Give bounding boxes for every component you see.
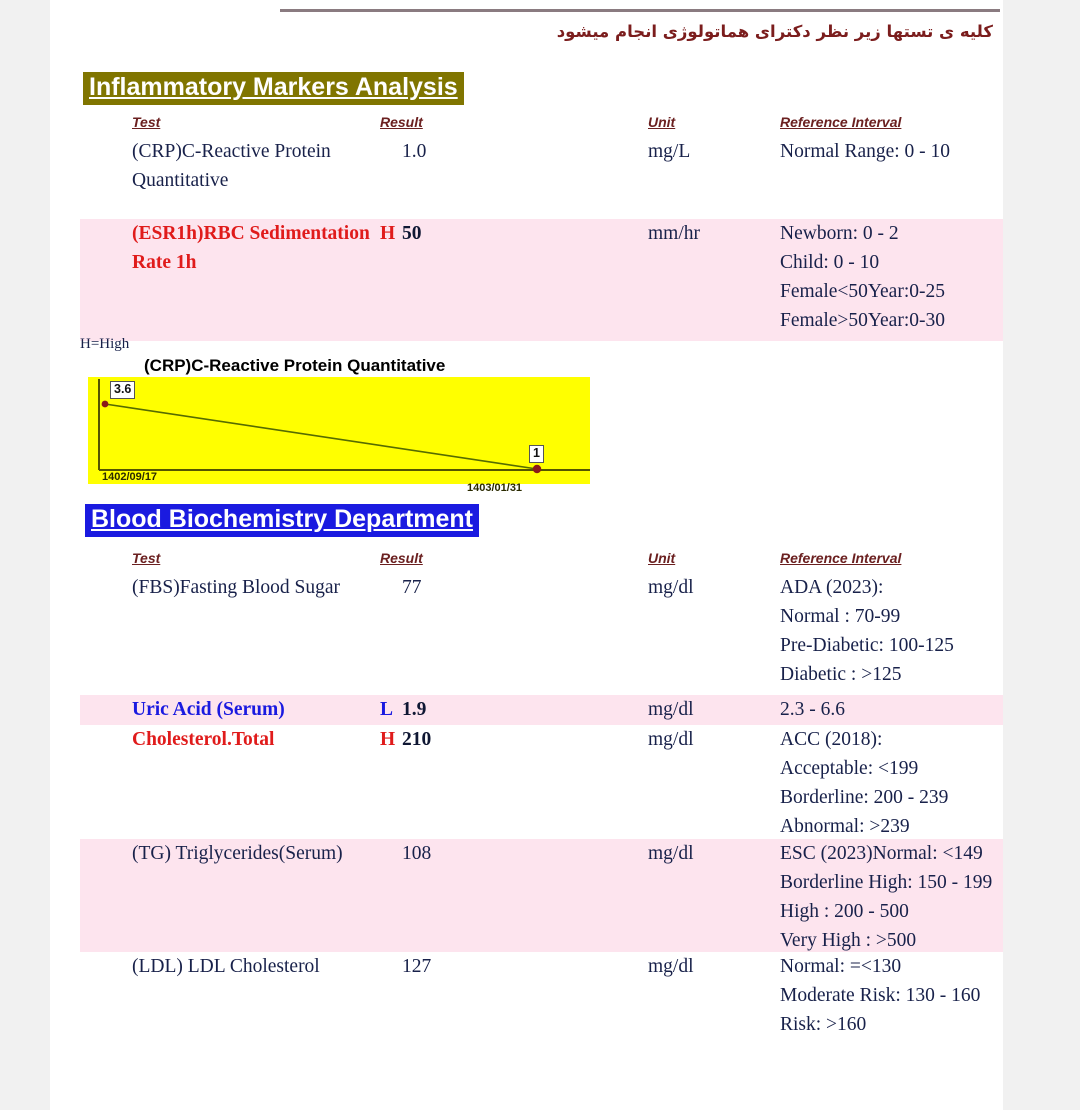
- reference-line: Female<50Year:0-25: [780, 281, 945, 302]
- row-reference: ADA (2023): Normal : 70-99 Pre-Diabetic:…: [780, 573, 1015, 689]
- reference-line: ADA (2023):: [780, 577, 884, 598]
- row-test-name: Cholesterol.Total: [132, 729, 275, 750]
- report-page: کلیه ی تستها زیر نظر دکترای هماتولوژی ان…: [50, 0, 1003, 1110]
- row-test-name: (CRP)C-Reactive Protein Quantitative: [132, 141, 331, 191]
- chart-point-label: 1: [529, 445, 544, 463]
- table-row: (CRP)C-Reactive Protein Quantitative 1.0…: [80, 137, 1003, 219]
- table-row: Uric Acid (Serum) L 1.9 mg/dl 2.3 - 6.6: [80, 695, 1003, 725]
- header-divider: [280, 9, 1000, 12]
- crp-trend-chart: (CRP)C-Reactive Protein Quantitative 3.6…: [88, 356, 590, 494]
- row-result-value: 127: [402, 956, 432, 977]
- reference-line: Female>50Year:0-30: [780, 310, 945, 331]
- column-header-unit: Unit: [648, 550, 676, 566]
- reference-line: Pre-Diabetic: 100-125: [780, 635, 954, 656]
- row-unit: mm/hr: [648, 223, 700, 244]
- reference-line: Diabetic : >125: [780, 664, 902, 685]
- chart-point-label: 3.6: [110, 381, 136, 399]
- row-test-name: (LDL) LDL Cholesterol: [132, 956, 320, 977]
- reference-line: Very High : >500: [780, 930, 917, 951]
- column-header-test: Test: [132, 550, 161, 566]
- row-result-value: 1.0: [402, 141, 427, 162]
- row-result-value: 108: [402, 843, 432, 864]
- reference-line: ESC (2023)Normal: <149: [780, 843, 983, 864]
- row-flag: H: [380, 223, 396, 244]
- table-row: (ESR1h)RBC Sedimentation Rate 1h H 50 mm/…: [80, 219, 1003, 341]
- reference-line: Borderline: 200 - 239: [780, 787, 949, 808]
- row-result-value: 50: [402, 223, 422, 244]
- row-unit: mg/L: [648, 141, 691, 162]
- results-table-inflammatory: Test Result Unit Reference Interval (CRP…: [80, 112, 1003, 341]
- column-header-unit: Unit: [648, 114, 676, 130]
- persian-header-note: کلیه ی تستها زیر نظر دکترای هماتولوژی ان…: [556, 22, 993, 41]
- row-result: 127: [380, 952, 610, 981]
- row-test-name: (TG) Triglycerides(Serum): [132, 843, 343, 864]
- row-reference: 2.3 - 6.6: [780, 695, 1015, 724]
- column-header-reference: Reference Interval: [780, 550, 902, 566]
- row-unit: mg/dl: [648, 729, 694, 750]
- results-table-biochemistry: Test Result Unit Reference Interval (FBS…: [80, 548, 1003, 1048]
- row-test-name: (ESR1h)RBC Sedimentation Rate 1h: [132, 223, 370, 273]
- row-result: 1.0: [380, 137, 610, 166]
- reference-line: Moderate Risk: 130 - 160: [780, 985, 981, 1006]
- table-row: Cholesterol.Total H 210 mg/dl ACC (2018):…: [80, 725, 1003, 839]
- row-test-name: Uric Acid (Serum): [132, 699, 285, 720]
- column-header-result: Result: [380, 550, 423, 566]
- row-result: H 50: [380, 219, 610, 248]
- row-unit: mg/dl: [648, 843, 694, 864]
- row-unit: mg/dl: [648, 699, 694, 720]
- column-header-reference: Reference Interval: [780, 114, 902, 130]
- row-result: L 1.9: [380, 695, 610, 724]
- reference-line: Abnormal: >239: [780, 816, 910, 837]
- section-title-inflammatory: Inflammatory Markers Analysis: [83, 72, 464, 105]
- table-row: (FBS)Fasting Blood Sugar 77 mg/dl ADA (2…: [80, 573, 1003, 695]
- row-test-name: (FBS)Fasting Blood Sugar: [132, 577, 341, 598]
- row-reference: ACC (2018): Acceptable: <199 Borderline:…: [780, 725, 1015, 841]
- chart-x-tick-label: 1402/09/17: [102, 471, 158, 483]
- chart-svg: [98, 379, 590, 474]
- row-unit: mg/dl: [648, 577, 694, 598]
- reference-line: Normal : 70-99: [780, 606, 901, 627]
- reference-line: Normal: =<130: [780, 956, 902, 977]
- row-result: H 210: [380, 725, 610, 754]
- table-row: (LDL) LDL Cholesterol 127 mg/dl Normal: …: [80, 952, 1003, 1048]
- chart-x-tick-label: 1403/01/31: [467, 482, 523, 494]
- row-result-value: 77: [402, 577, 422, 598]
- row-reference: Newborn: 0 - 2 Child: 0 - 10 Female<50Ye…: [780, 219, 1015, 335]
- reference-line: Child: 0 - 10: [780, 252, 880, 273]
- chart-data-point: [532, 464, 542, 474]
- reference-line: High : 200 - 500: [780, 901, 909, 922]
- table-header-row: Test Result Unit Reference Interval: [80, 112, 1003, 137]
- row-unit: mg/dl: [648, 956, 694, 977]
- row-result: 108: [380, 839, 610, 868]
- column-header-result: Result: [380, 114, 423, 130]
- flag-legend: H=High: [80, 336, 130, 352]
- table-header-row: Test Result Unit Reference Interval: [80, 548, 1003, 573]
- row-reference: Normal Range: 0 - 10: [780, 137, 1015, 166]
- row-result-value: 210: [402, 729, 432, 750]
- reference-line: 2.3 - 6.6: [780, 699, 845, 720]
- row-reference: Normal: =<130 Moderate Risk: 130 - 160 R…: [780, 952, 1015, 1039]
- reference-line: ACC (2018):: [780, 729, 883, 750]
- reference-line: Acceptable: <199: [780, 758, 919, 779]
- reference-line: Newborn: 0 - 2: [780, 223, 899, 244]
- table-row: (TG) Triglycerides(Serum) 108 mg/dl ESC …: [80, 839, 1003, 952]
- row-result: 77: [380, 573, 610, 602]
- chart-series-line: [104, 403, 538, 470]
- section-title-biochemistry: Blood Biochemistry Department: [85, 504, 480, 537]
- reference-line: Normal Range: 0 - 10: [780, 141, 951, 162]
- reference-line: Borderline High: 150 - 199: [780, 872, 993, 893]
- reference-line: Risk: >160: [780, 1014, 867, 1035]
- row-flag: L: [380, 699, 394, 720]
- chart-data-point: [101, 400, 109, 408]
- row-result-value: 1.9: [402, 699, 427, 720]
- column-header-test: Test: [132, 114, 161, 130]
- chart-title: (CRP)C-Reactive Protein Quantitative: [144, 356, 446, 375]
- chart-plot-area: 3.6 1 1402/09/17 1403/01/31: [88, 377, 590, 494]
- row-reference: ESC (2023)Normal: <149 Borderline High: …: [780, 839, 1015, 955]
- row-flag: H: [380, 729, 396, 750]
